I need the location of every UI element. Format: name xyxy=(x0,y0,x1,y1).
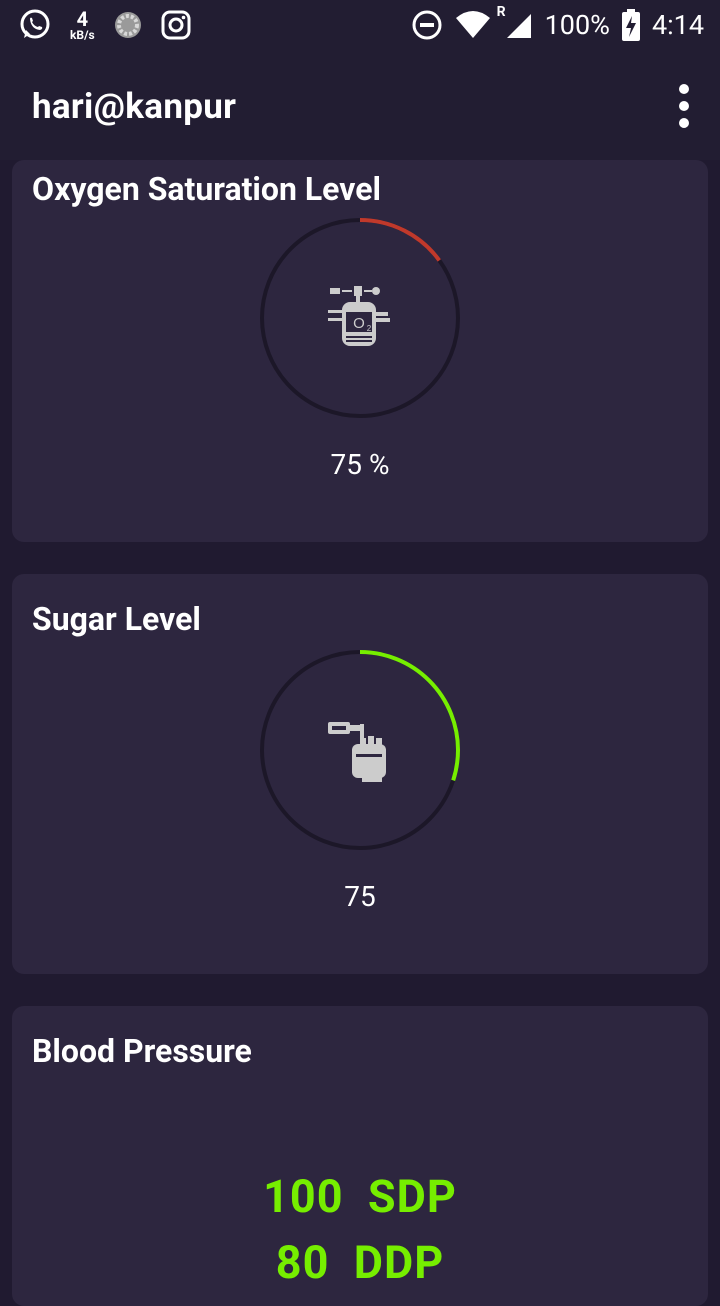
net-speed-indicator: 4 kB/s xyxy=(70,9,95,41)
sugar-card: Sugar Level 75 xyxy=(12,574,708,974)
overflow-menu-icon[interactable] xyxy=(672,84,696,128)
glucose-test-icon xyxy=(328,722,386,782)
loading-icon xyxy=(114,12,141,38)
status-bar: 4 kB/s R 100% 4:14 xyxy=(0,0,720,50)
blood-pressure-card: Blood Pressure 100 SDP 80 DDP xyxy=(12,1006,708,1306)
battery-percent: 100% xyxy=(544,9,610,41)
diastolic-value: 80 DDP xyxy=(275,1236,445,1289)
blood-pressure-title: Blood Pressure xyxy=(32,1032,252,1070)
net-speed-unit: kB/s xyxy=(70,28,95,42)
app-title: hari@kanpur xyxy=(32,86,237,127)
sugar-value: 75 xyxy=(344,880,376,913)
oxygen-card: Oxygen Saturation Level O 2 75 % xyxy=(12,160,708,542)
svg-text:2: 2 xyxy=(367,324,372,333)
sugar-title: Sugar Level xyxy=(32,600,201,638)
net-speed-value: 4 xyxy=(76,7,89,31)
wifi-icon xyxy=(455,11,490,38)
sugar-gauge xyxy=(260,650,460,850)
oxygen-gauge: O 2 xyxy=(260,218,460,418)
do-not-disturb-icon xyxy=(412,10,442,40)
roaming-mark: R xyxy=(496,4,506,20)
battery-charging-icon xyxy=(621,9,640,41)
systolic-value: 100 SDP xyxy=(263,1170,457,1223)
whatsapp-icon xyxy=(20,9,50,39)
app-bar: hari@kanpur xyxy=(0,50,720,160)
instagram-icon xyxy=(161,10,191,40)
signal-icon: R xyxy=(497,4,533,40)
clock: 4:14 xyxy=(651,9,704,41)
oxygen-tank-icon: O 2 xyxy=(328,286,390,346)
oxygen-title: Oxygen Saturation Level xyxy=(32,170,381,208)
oxygen-value: 75 % xyxy=(330,448,390,481)
svg-text:O: O xyxy=(353,315,365,332)
